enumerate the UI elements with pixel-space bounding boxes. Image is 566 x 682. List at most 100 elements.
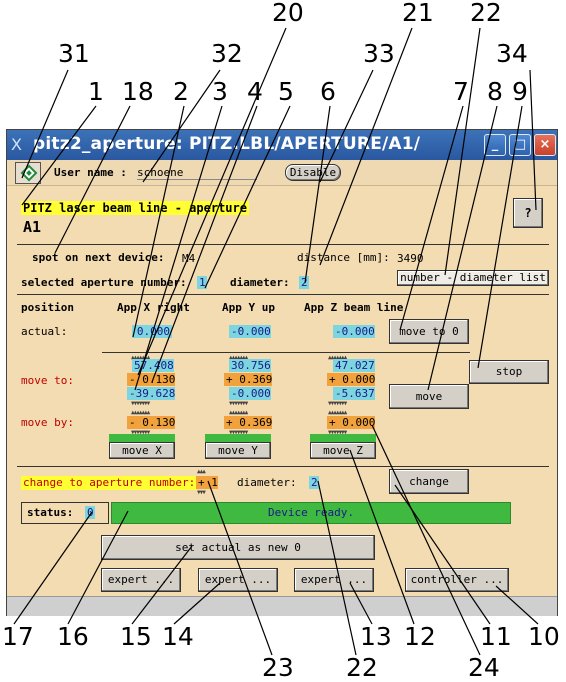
move-y-button[interactable]: move Y [205, 442, 271, 459]
move-by-z-input[interactable]: + 0.000 [327, 416, 375, 429]
minimize-button[interactable]: _ [484, 134, 506, 156]
change-aperture-number-input[interactable]: + 1 [196, 476, 218, 489]
move-to-x-min: -39.628 [127, 387, 176, 400]
callout-34: 34 [496, 39, 528, 68]
device-name: A1 [23, 218, 42, 236]
callout-9: 9 [512, 77, 528, 106]
title-bar[interactable]: X pitz2_aperture: PITZ.LBL/APERTURE/A1/ … [7, 130, 557, 160]
actual-label: actual: [21, 325, 68, 338]
callout-15: 15 [120, 622, 152, 651]
move-to-z-max: 47.027 [333, 359, 375, 372]
aperture-window: X pitz2_aperture: PITZ.LBL/APERTURE/A1/ … [6, 129, 558, 616]
callout-7: 7 [453, 77, 469, 106]
distance-label: distance [mm]: [297, 251, 390, 264]
move-to-z-min: -5.637 [333, 387, 375, 400]
stepper-arrows-icon[interactable]: ▲▲▲ [197, 469, 206, 475]
divider [17, 294, 549, 295]
change-diameter-label: diameter: [237, 476, 297, 489]
callout-20: 20 [272, 0, 304, 27]
move-by-y-input[interactable]: + 0.369 [224, 416, 272, 429]
move-by-label: move by: [21, 416, 74, 429]
close-button[interactable]: × [534, 134, 556, 156]
stop-button[interactable]: stop [469, 360, 549, 384]
move-to-y-input[interactable]: + 0.369 [224, 373, 272, 386]
status-code: 0 [85, 506, 95, 519]
bottom-bar [7, 596, 557, 616]
expert-button-2[interactable]: expert ... [198, 568, 278, 592]
callout-11: 11 [480, 622, 512, 651]
callout-22-top: 22 [470, 0, 502, 27]
change-diameter-value: 2 [309, 476, 319, 489]
spot-value: M4 [182, 252, 196, 265]
expert-button-1[interactable]: expert ... [101, 568, 181, 592]
position-label: position [21, 301, 74, 314]
stepper-arrows-icon[interactable]: ▼▼▼▼▼▼▼ [328, 401, 347, 407]
callout-13: 13 [360, 622, 392, 651]
callout-33: 33 [363, 39, 395, 68]
z-status-bar [310, 434, 376, 442]
toolbar: User name : schoene Disable [7, 160, 557, 186]
callout-6: 6 [320, 77, 336, 106]
move-to-y-min: -0.000 [229, 387, 271, 400]
stepper-arrows-icon[interactable]: ▼▼▼▼▼▼▼ [131, 401, 150, 407]
stepper-arrows-icon[interactable]: ▼▼▼ [197, 490, 206, 496]
set-actual-zero-button[interactable]: set actual as new 0 [101, 535, 375, 560]
callout-16: 16 [57, 622, 89, 651]
move-to-x-input[interactable]: - 0.130 [127, 373, 175, 386]
diamond-icon[interactable] [15, 162, 41, 184]
beamline-title: PITZ laser beam line - aperture [21, 201, 249, 215]
diameter-label: diameter: [230, 276, 290, 289]
move-x-button[interactable]: move X [109, 442, 175, 459]
move-to-y-max: 30.756 [229, 359, 271, 372]
stepper-arrows-icon[interactable]: ▼▼▼▼▼▼▼ [229, 401, 248, 407]
actual-y-value: -0.000 [229, 325, 271, 338]
divider [17, 466, 549, 467]
change-button[interactable]: change [389, 469, 469, 494]
controller-button[interactable]: controller ... [405, 568, 509, 592]
move-to-x-max: 57.408 [132, 359, 174, 372]
column-z-header: App Z beam line [304, 301, 404, 314]
y-status-bar [205, 434, 271, 442]
status-label: status: [27, 506, 74, 519]
move-to-label: move to: [21, 374, 74, 387]
callout-5: 5 [278, 77, 294, 106]
callout-14: 14 [162, 622, 194, 651]
expert-button-3[interactable]: expert ... [294, 568, 374, 592]
callout-32: 32 [211, 39, 243, 68]
callout-1: 1 [88, 77, 104, 106]
callout-4: 4 [247, 77, 263, 106]
callout-2: 2 [173, 77, 189, 106]
move-button[interactable]: move [389, 384, 469, 409]
status-message: Device ready. [111, 502, 511, 524]
disable-button[interactable]: Disable [285, 164, 341, 181]
aperture-number-label: selected aperture number: [21, 276, 187, 289]
maximize-button[interactable]: □ [509, 134, 531, 156]
callout-8: 8 [487, 77, 503, 106]
callout-22-bottom: 22 [346, 653, 378, 682]
distance-value: 3490 [397, 252, 424, 265]
x-status-bar [109, 434, 175, 442]
user-name-label: User name : [54, 166, 127, 179]
divider [102, 352, 470, 353]
change-aperture-label: change to aperture number: [21, 476, 198, 490]
aperture-number-value: 1 [197, 276, 207, 289]
move-to-z-input[interactable]: + 0.000 [327, 373, 375, 386]
callout-21: 21 [402, 0, 434, 27]
callout-31: 31 [58, 39, 90, 68]
help-button[interactable]: ? [513, 198, 543, 228]
actual-x-value: 0.000 [132, 325, 172, 338]
callout-12: 12 [404, 622, 436, 651]
column-y-header: App Y up [222, 301, 275, 314]
move-z-button[interactable]: move Z [310, 442, 376, 459]
spot-label: spot on next device: [32, 251, 165, 264]
number-diameter-list-button[interactable]: number - diameter list [397, 270, 549, 286]
actual-z-value: -0.000 [333, 325, 375, 338]
move-to-zero-button[interactable]: move to 0 [389, 319, 469, 344]
callout-17: 17 [2, 622, 34, 651]
callout-23: 23 [262, 653, 294, 682]
user-name-field: schoene [137, 166, 257, 180]
callout-18: 18 [122, 77, 154, 106]
move-by-x-input[interactable]: - 0.130 [127, 416, 175, 429]
app-icon: X [11, 135, 22, 154]
callout-10: 10 [528, 622, 560, 651]
